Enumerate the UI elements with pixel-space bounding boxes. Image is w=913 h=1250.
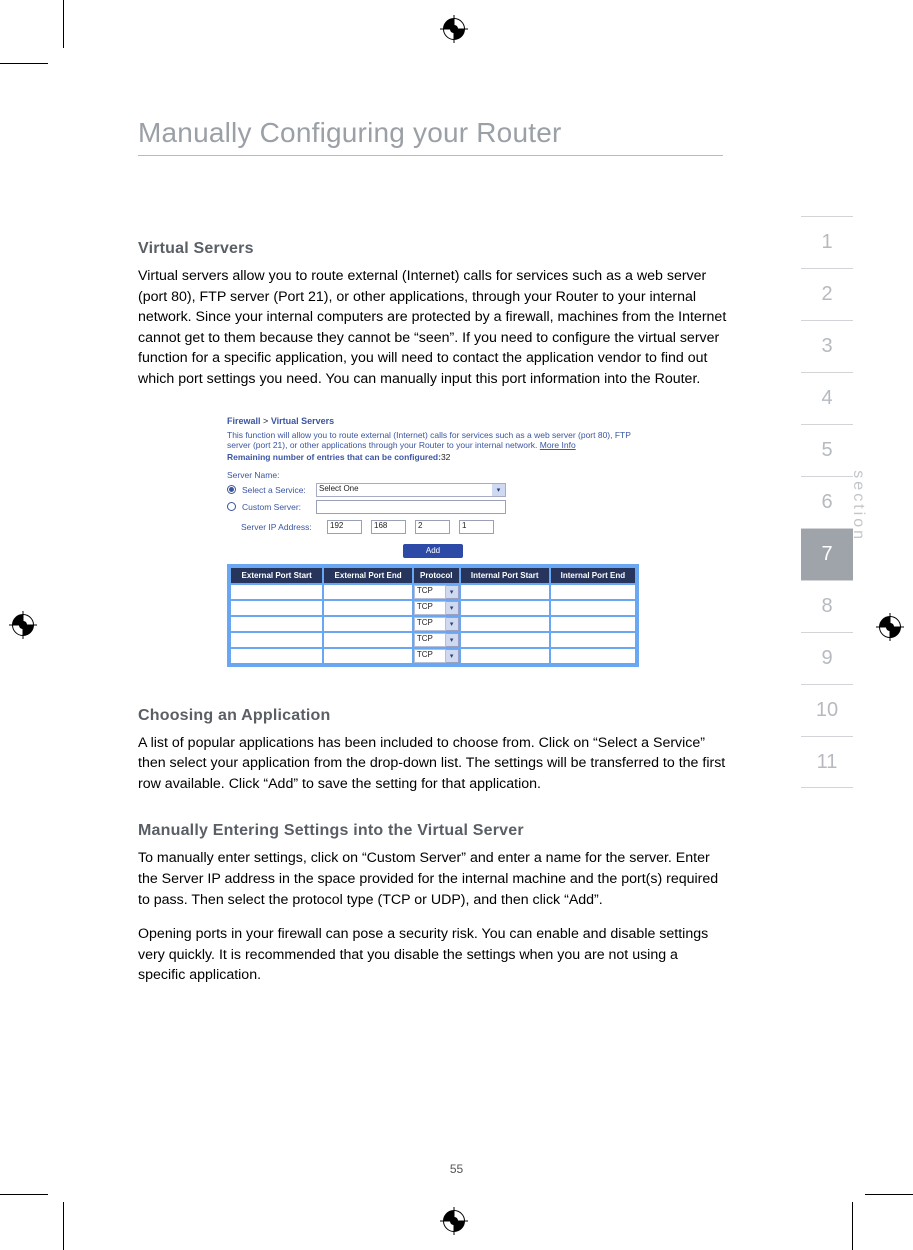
- table-row: TCP▾: [231, 633, 635, 647]
- table-header: Internal Port End: [551, 568, 635, 583]
- registration-mark-icon: [12, 614, 34, 636]
- section-tab-1[interactable]: 1: [801, 216, 853, 268]
- ip-octet-2[interactable]: 168: [371, 520, 406, 534]
- title-divider: [138, 155, 723, 156]
- section-tab-9[interactable]: 9: [801, 632, 853, 684]
- ip-octet-3[interactable]: 2: [415, 520, 450, 534]
- virtual-servers-body: Virtual servers allow you to route exter…: [138, 266, 728, 390]
- port-input[interactable]: [231, 633, 322, 647]
- more-info-link[interactable]: More Info: [540, 440, 576, 450]
- section-tab-5[interactable]: 5: [801, 424, 853, 476]
- section-tab-10[interactable]: 10: [801, 684, 853, 736]
- manual-entry-body-2: Opening ports in your firewall can pose …: [138, 924, 728, 986]
- protocol-select[interactable]: TCP▾: [414, 649, 459, 663]
- protocol-select[interactable]: TCP▾: [414, 633, 459, 647]
- chevron-down-icon: ▾: [446, 633, 459, 647]
- chevron-down-icon: ▾: [446, 585, 459, 599]
- choosing-application-heading: Choosing an Application: [138, 707, 728, 725]
- port-input[interactable]: [551, 585, 635, 599]
- table-row: TCP▾: [231, 649, 635, 663]
- port-input[interactable]: [461, 585, 549, 599]
- chevron-down-icon: ▾: [446, 617, 459, 631]
- protocol-select[interactable]: TCP▾: [414, 601, 459, 615]
- select-service-dropdown[interactable]: Select One ▾: [316, 483, 506, 497]
- crop-mark: [865, 1194, 913, 1195]
- virtual-server-table: External Port StartExternal Port EndProt…: [227, 564, 639, 667]
- add-button[interactable]: Add: [403, 544, 463, 558]
- custom-server-label: Custom Server:: [242, 502, 310, 512]
- table-header: Internal Port Start: [461, 568, 549, 583]
- port-input[interactable]: [324, 633, 412, 647]
- page-number: 55: [0, 1162, 913, 1176]
- server-ip-label: Server IP Address:: [241, 522, 321, 532]
- virtual-servers-heading: Virtual Servers: [138, 240, 728, 258]
- section-tab-2[interactable]: 2: [801, 268, 853, 320]
- registration-mark-icon: [443, 1210, 465, 1232]
- section-tab-4[interactable]: 4: [801, 372, 853, 424]
- breadcrumb: Firewall > Virtual Servers: [227, 416, 639, 426]
- custom-server-input[interactable]: [316, 500, 506, 514]
- section-tab-11[interactable]: 11: [801, 736, 853, 788]
- table-row: TCP▾: [231, 617, 635, 631]
- table-header: Protocol: [414, 568, 459, 583]
- crop-mark: [0, 1194, 48, 1195]
- section-tab-3[interactable]: 3: [801, 320, 853, 372]
- breadcrumb-part: Virtual Servers: [271, 416, 334, 426]
- choosing-application-body: A list of popular applications has been …: [138, 733, 728, 795]
- port-input[interactable]: [324, 649, 412, 663]
- port-input[interactable]: [324, 601, 412, 615]
- port-input[interactable]: [231, 585, 322, 599]
- table-header: External Port Start: [231, 568, 322, 583]
- port-input[interactable]: [461, 649, 549, 663]
- port-input[interactable]: [324, 617, 412, 631]
- port-input[interactable]: [231, 649, 322, 663]
- crop-mark: [63, 0, 64, 48]
- screenshot-description: This function will allow you to route ex…: [227, 430, 639, 450]
- section-tab-8[interactable]: 8: [801, 580, 853, 632]
- table-row: TCP▾: [231, 601, 635, 615]
- select-service-label: Select a Service:: [242, 485, 310, 495]
- page-title: Manually Configuring your Router: [138, 117, 562, 149]
- manual-entry-body-1: To manually enter settings, click on “Cu…: [138, 848, 728, 910]
- port-input[interactable]: [551, 617, 635, 631]
- table-row: TCP▾: [231, 585, 635, 599]
- crop-mark: [0, 63, 48, 64]
- server-name-label: Server Name:: [227, 470, 639, 480]
- registration-mark-icon: [443, 18, 465, 40]
- port-input[interactable]: [551, 633, 635, 647]
- crop-mark: [63, 1202, 64, 1250]
- chevron-down-icon: ▾: [446, 649, 459, 663]
- port-input[interactable]: [461, 633, 549, 647]
- manual-entry-heading: Manually Entering Settings into the Virt…: [138, 822, 728, 840]
- port-input[interactable]: [324, 585, 412, 599]
- section-tab-6[interactable]: 6: [801, 476, 853, 528]
- breadcrumb-part: Firewall: [227, 416, 261, 426]
- port-input[interactable]: [551, 649, 635, 663]
- port-input[interactable]: [461, 601, 549, 615]
- port-input[interactable]: [231, 617, 322, 631]
- chevron-down-icon: ▾: [492, 484, 505, 496]
- chevron-down-icon: ▾: [446, 601, 459, 615]
- virtual-servers-screenshot: Firewall > Virtual Servers This function…: [209, 404, 657, 683]
- section-tabs: 1234567891011: [801, 216, 853, 788]
- breadcrumb-separator: >: [263, 416, 268, 426]
- port-input[interactable]: [461, 617, 549, 631]
- select-service-radio[interactable]: [227, 485, 236, 494]
- custom-server-radio[interactable]: [227, 502, 236, 511]
- ip-octet-1[interactable]: 192: [327, 520, 362, 534]
- remaining-entries: Remaining number of entries that can be …: [227, 452, 639, 462]
- port-input[interactable]: [231, 601, 322, 615]
- protocol-select[interactable]: TCP▾: [414, 617, 459, 631]
- port-input[interactable]: [551, 601, 635, 615]
- section-tab-7[interactable]: 7: [801, 528, 853, 580]
- registration-mark-icon: [879, 616, 901, 638]
- protocol-select[interactable]: TCP▾: [414, 585, 459, 599]
- ip-octet-4[interactable]: 1: [459, 520, 494, 534]
- table-header: External Port End: [324, 568, 412, 583]
- crop-mark: [852, 1202, 853, 1250]
